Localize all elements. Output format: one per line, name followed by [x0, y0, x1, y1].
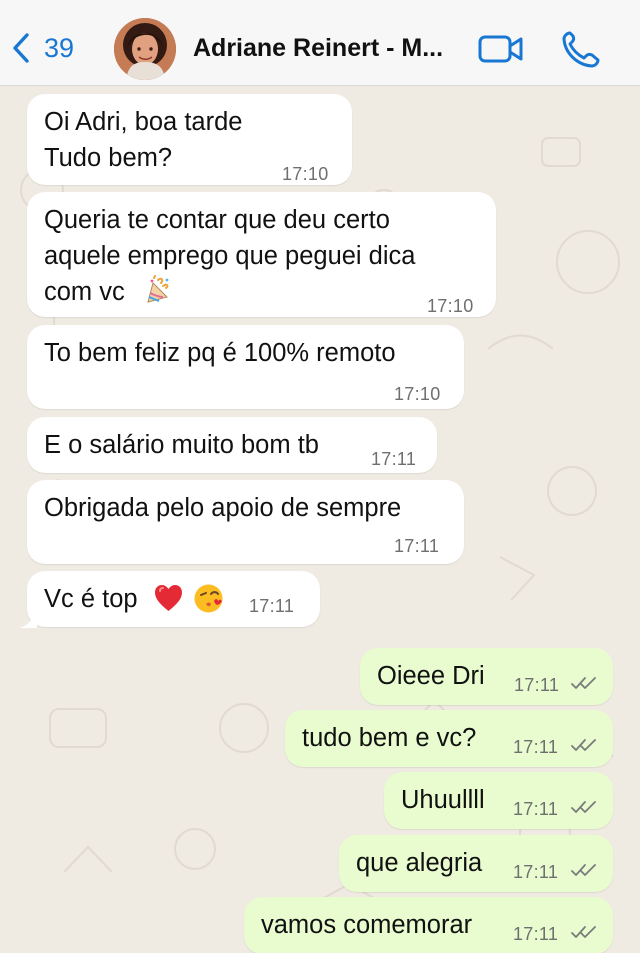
- message-time: 17:11: [249, 596, 295, 616]
- message-text: Uhuullll: [401, 782, 485, 818]
- message-line: que alegria: [356, 849, 483, 877]
- profile-photo: [114, 18, 176, 80]
- message-line: com vc: [44, 274, 415, 310]
- message-line-text: com vc: [44, 278, 125, 306]
- back-button[interactable]: 39: [10, 26, 74, 70]
- message-text: E o salário muito bom tb: [44, 427, 319, 463]
- face-blowing-kiss-icon: [193, 583, 224, 614]
- message-line: Queria te contar que deu certo: [44, 206, 390, 234]
- message-time: 17:11: [513, 737, 559, 757]
- message-time: 17:10: [394, 384, 441, 404]
- message-time: 17:11: [513, 862, 559, 882]
- chevron-left-icon: [13, 33, 29, 63]
- red-heart-icon: [153, 583, 184, 614]
- message-line: Vc é top: [44, 585, 138, 613]
- video-call-button[interactable]: [477, 28, 525, 70]
- contact-name[interactable]: Adriane Reinert - M...: [193, 29, 458, 67]
- message-line: Oieee Dri: [377, 662, 485, 690]
- message-line: Oi Adri, boa tarde: [44, 108, 243, 136]
- read-receipt: [571, 862, 597, 878]
- message-text: Queria te contar que deu certo aquele em…: [44, 202, 415, 310]
- message-time: 17:11: [371, 449, 417, 469]
- message-text: Vc é top: [44, 581, 224, 617]
- phone-icon: [562, 31, 600, 68]
- message-line: Tudo bem?: [44, 144, 173, 172]
- read-receipt: [571, 737, 597, 753]
- incoming-message[interactable]: E o salário muito bom tb 17:11: [27, 417, 437, 473]
- double-check-icon: [571, 926, 596, 938]
- message-text: tudo bem e vc?: [302, 720, 476, 756]
- message-time: 17:11: [513, 799, 559, 819]
- message-time: 17:10: [427, 296, 474, 316]
- message-line: tudo bem e vc?: [302, 724, 477, 752]
- message-text: que alegria: [356, 845, 482, 881]
- message-line: aquele emprego que peguei dica: [44, 242, 416, 270]
- incoming-message[interactable]: Vc é top 17:11: [19, 571, 320, 628]
- message-line: Obrigada pelo apoio de sempre: [44, 494, 402, 522]
- voice-call-button[interactable]: [557, 28, 605, 70]
- double-check-icon: [571, 801, 596, 813]
- incoming-bubble-tail: [19, 610, 37, 628]
- outgoing-message[interactable]: vamos comemorar 17:11: [244, 897, 613, 953]
- message-line: To bem feliz pq é 100% remoto: [44, 339, 396, 367]
- read-receipt: [571, 675, 597, 691]
- incoming-message[interactable]: To bem feliz pq é 100% remoto 17:10: [27, 325, 464, 409]
- avatar[interactable]: [114, 18, 176, 80]
- double-check-icon: [571, 739, 596, 751]
- incoming-message[interactable]: Obrigada pelo apoio de sempre 17:11: [27, 480, 464, 564]
- double-check-icon: [571, 864, 596, 876]
- double-check-icon: [571, 677, 596, 689]
- read-receipt: [571, 799, 597, 815]
- message-text: Oi Adri, boa tarde Tudo bem?: [44, 104, 242, 176]
- message-time: 17:11: [394, 536, 440, 556]
- message-text: Obrigada pelo apoio de sempre: [44, 490, 401, 526]
- outgoing-message[interactable]: Uhuullll 17:11: [384, 772, 613, 829]
- unread-count: 39: [44, 32, 75, 63]
- party-popper-icon: [140, 275, 172, 307]
- message-line: E o salário muito bom tb: [44, 431, 319, 459]
- message-text: Oieee Dri: [377, 658, 485, 694]
- incoming-message[interactable]: Oi Adri, boa tarde Tudo bem? 17:10: [27, 94, 352, 185]
- message-text: To bem feliz pq é 100% remoto: [44, 335, 396, 371]
- message-line: vamos comemorar: [261, 911, 473, 939]
- outgoing-message[interactable]: Oieee Dri 17:11: [360, 648, 613, 705]
- outgoing-message[interactable]: tudo bem e vc? 17:11: [285, 710, 613, 767]
- message-time: 17:10: [282, 164, 329, 184]
- outgoing-message[interactable]: que alegria 17:11: [339, 835, 613, 892]
- incoming-message[interactable]: Queria te contar que deu certo aquele em…: [27, 192, 496, 317]
- read-receipt: [571, 924, 597, 940]
- message-list[interactable]: Oi Adri, boa tarde Tudo bem? 17:10 Queri…: [0, 86, 640, 953]
- message-time: 17:11: [513, 924, 559, 944]
- video-call-icon: [478, 35, 523, 63]
- chat-header: 39 Adriane Reinert - M...: [0, 0, 640, 86]
- message-line: Uhuullll: [401, 786, 485, 814]
- message-time: 17:11: [514, 675, 560, 695]
- message-text: vamos comemorar: [261, 907, 472, 943]
